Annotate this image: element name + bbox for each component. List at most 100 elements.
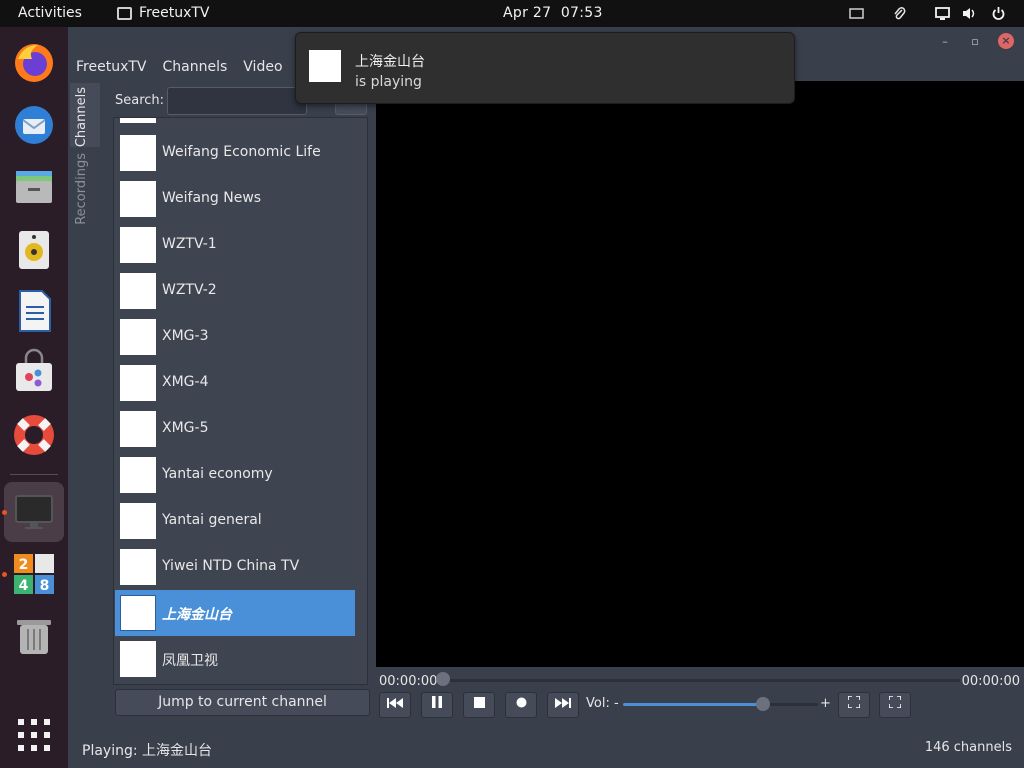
lifebuoy-icon [14, 415, 54, 455]
volume-decrease[interactable]: - [614, 696, 619, 711]
mini-mode-button[interactable] [879, 692, 911, 718]
channel-row[interactable]: Weifang News [115, 176, 355, 222]
video-area[interactable] [376, 81, 1024, 667]
channel-name: Weifang Economic Life [162, 144, 321, 160]
volume-icon[interactable] [962, 6, 977, 21]
time-elapsed: 00:00:00 [379, 674, 438, 689]
channel-row[interactable] [115, 118, 355, 128]
firefox-launcher[interactable] [4, 33, 64, 93]
channel-logo [120, 595, 156, 631]
channel-name: Yiwei NTD China TV [162, 558, 300, 574]
notification-body: is playing [355, 74, 422, 90]
tv-icon [15, 495, 53, 529]
notification-banner[interactable]: 上海金山台 is playing [295, 32, 795, 104]
expand-icon [888, 695, 902, 709]
volume-label: Vol: - [586, 696, 619, 711]
menu-channels[interactable]: Channels [163, 59, 228, 75]
volume-slider-fill [623, 703, 763, 706]
app-menu-label: FreetuxTV [139, 5, 210, 21]
thunderbird-launcher[interactable] [4, 95, 64, 155]
display-icon[interactable] [935, 6, 950, 21]
maximize-button[interactable]: ▫ [968, 35, 982, 49]
help-launcher[interactable] [4, 405, 64, 465]
pause-button[interactable] [421, 692, 453, 718]
channel-row[interactable]: WZTV-1 [115, 222, 355, 268]
app-menu[interactable]: FreetuxTV [117, 5, 210, 21]
next-button[interactable] [547, 692, 579, 718]
status-playing: Playing: 上海金山台 [82, 743, 213, 759]
files-launcher[interactable] [4, 157, 64, 217]
clock-date: Apr 27 [503, 5, 552, 21]
channel-count: 146 channels [924, 740, 1012, 755]
files-icon [16, 171, 52, 203]
activities-button[interactable]: Activities [18, 5, 82, 21]
record-icon [516, 697, 526, 708]
volume-handle[interactable] [756, 697, 770, 711]
stop-button[interactable] [463, 692, 495, 718]
channel-row[interactable]: WZTV-2 [115, 268, 355, 314]
rhythmbox-launcher[interactable] [4, 219, 64, 279]
channel-row[interactable]: Weifang Economic Life [115, 130, 355, 176]
channel-row[interactable]: Yantai economy [115, 452, 355, 498]
freetuxtv-window: – ▫ × FreetuxTV Channels Video Channels Re… [68, 27, 1024, 768]
firefox-icon [15, 44, 53, 82]
top-bar: Activities FreetuxTV Apr 27 07:53 [0, 0, 1024, 27]
trash-launcher[interactable] [4, 606, 64, 666]
channel-name: XMG-4 [162, 374, 209, 390]
side-tabs: Channels Recordings [70, 83, 100, 683]
seek-handle[interactable] [436, 672, 450, 686]
dock: 2 4 8 [0, 27, 68, 768]
app-grid-icon [18, 719, 50, 751]
channel-name: WZTV-2 [162, 282, 217, 298]
menu-freetuxtv[interactable]: FreetuxTV [76, 59, 147, 75]
fullscreen-icon [847, 695, 861, 709]
channel-name: 上海金山台 [162, 607, 232, 623]
next-icon [555, 698, 571, 708]
screen-tray-icon[interactable] [849, 6, 864, 21]
channel-logo [120, 411, 156, 447]
power-icon[interactable] [991, 6, 1006, 21]
tab-channels[interactable]: Channels [74, 87, 94, 147]
channel-list[interactable]: Weifang Economic Life Weifang News WZTV-1 W… [113, 117, 368, 685]
channel-row[interactable]: 凤凰卫视 [115, 636, 355, 682]
search-input[interactable] [167, 87, 307, 115]
writer-launcher[interactable] [4, 281, 64, 341]
minimize-button[interactable]: – [938, 35, 952, 49]
running-indicator [2, 572, 7, 577]
speaker-icon [19, 231, 49, 269]
channel-row-selected[interactable]: 上海金山台 [115, 590, 355, 636]
volume-increase[interactable]: + [820, 696, 831, 711]
channel-logo [120, 227, 156, 263]
previous-icon [387, 698, 403, 708]
stop-icon [473, 697, 485, 708]
fullscreen-button[interactable] [838, 692, 870, 718]
channel-logo [120, 273, 156, 309]
channel-row[interactable]: XMG-4 [115, 360, 355, 406]
tab-recordings[interactable]: Recordings [74, 153, 94, 225]
search-label: Search: [115, 93, 165, 108]
software-launcher[interactable] [4, 343, 64, 403]
channel-row[interactable]: XMG-5 [115, 406, 355, 452]
pause-icon [432, 696, 442, 708]
seek-bar[interactable] [440, 679, 960, 682]
paperclip-icon[interactable] [892, 6, 907, 21]
time-total: 00:00:00 [961, 674, 1020, 689]
jump-to-current-channel-button[interactable]: Jump to current channel [115, 689, 370, 716]
clock-time: 07:53 [560, 5, 603, 21]
clock[interactable]: Apr 27 07:53 [503, 5, 603, 21]
menu-video[interactable]: Video [243, 59, 282, 75]
freetuxtv-launcher[interactable] [4, 482, 64, 542]
dock-separator [10, 474, 58, 475]
notification-channel-logo [309, 50, 341, 82]
channel-logo [120, 118, 156, 123]
game-2048-launcher[interactable]: 2 4 8 [4, 544, 64, 604]
show-apps-button[interactable] [4, 705, 64, 765]
channel-row[interactable]: Yiwei NTD China TV [115, 544, 355, 590]
record-button[interactable] [505, 692, 537, 718]
previous-button[interactable] [379, 692, 411, 718]
channel-row[interactable]: Yantai general [115, 498, 355, 544]
channel-row[interactable]: XMG-3 [115, 314, 355, 360]
close-button[interactable]: × [998, 33, 1014, 49]
trash-icon [17, 620, 51, 654]
channel-name: WZTV-1 [162, 236, 217, 252]
